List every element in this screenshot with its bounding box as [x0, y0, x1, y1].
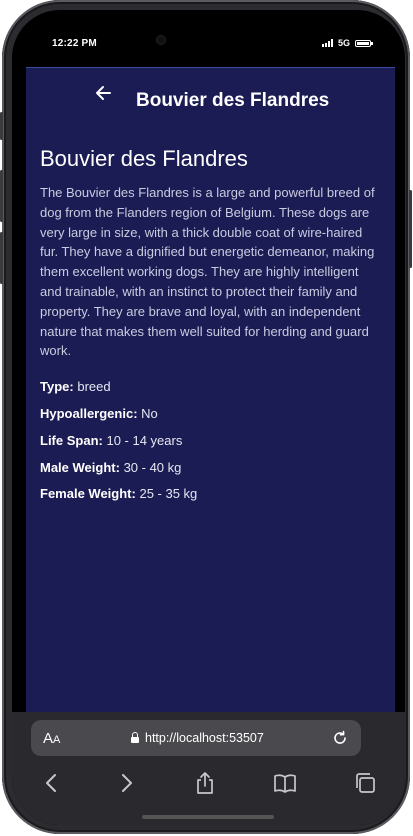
fact-value: No	[141, 405, 158, 421]
text-size-big-a: A	[43, 730, 54, 747]
fact-label: Type:	[40, 379, 74, 395]
mute-switch	[0, 112, 3, 140]
volume-down-button	[0, 232, 3, 284]
phone-screen: 12:22 PM 5G Bouvier des Flandres Bouvier…	[12, 10, 405, 825]
status-time: 12:22 PM	[52, 38, 97, 49]
notch	[132, 10, 285, 40]
url-display[interactable]: http://localhost:53507	[131, 731, 264, 745]
app-bar: Bouvier des Flandres	[26, 68, 395, 118]
url-text: http://localhost:53507	[145, 731, 264, 745]
fact-row-type: Type: breed	[40, 374, 382, 401]
fact-value: 10 - 14 years	[106, 432, 183, 448]
network-label: 5G	[337, 38, 350, 48]
status-icons: 5G	[321, 38, 373, 48]
front-camera	[157, 36, 165, 44]
address-bar[interactable]: AA http://localhost:53507	[31, 720, 361, 756]
fact-label: Life Span:	[40, 432, 103, 448]
app-bar-title: Bouvier des Flandres	[136, 90, 330, 111]
tabs-icon[interactable]	[352, 770, 378, 796]
fact-label: Hypoallergenic:	[40, 405, 138, 421]
fact-label: Female Weight:	[40, 486, 136, 502]
back-icon[interactable]	[39, 770, 65, 796]
arrow-left-icon	[96, 86, 111, 100]
text-size-small-a: A	[53, 734, 61, 746]
fact-value: breed	[77, 379, 111, 395]
breed-detail: Bouvier des Flandres The Bouvier des Fla…	[40, 144, 382, 508]
forward-icon[interactable]	[113, 770, 139, 796]
fact-row-male-weight: Male Weight: 30 - 40 kg	[40, 455, 382, 482]
volume-up-button	[0, 170, 3, 222]
browser-toolbar	[12, 770, 405, 804]
fact-label: Male Weight:	[40, 459, 120, 475]
breed-description: The Bouvier des Flandres is a large and …	[40, 185, 375, 359]
browser-chrome: AA http://localhost:53507	[12, 712, 405, 825]
breed-facts: Type: breed Hypoallergenic: No Life Span…	[40, 374, 382, 508]
back-button[interactable]	[92, 82, 114, 104]
cellular-signal-icon	[321, 39, 333, 47]
share-icon[interactable]	[192, 770, 218, 796]
text-size-button[interactable]: AA	[43, 730, 60, 747]
fact-row-female-weight: Female Weight: 25 - 35 kg	[40, 481, 382, 508]
breed-name: Bouvier des Flandres	[40, 146, 248, 171]
app-view: Bouvier des Flandres Bouvier des Flandre…	[26, 67, 395, 713]
fact-row-hypoallergenic: Hypoallergenic: No	[40, 401, 382, 428]
lock-icon	[131, 732, 139, 743]
fact-value: 25 - 35 kg	[139, 486, 198, 502]
fact-row-life-span: Life Span: 10 - 14 years	[40, 428, 382, 455]
power-button	[409, 190, 412, 268]
reload-icon[interactable]	[331, 729, 349, 747]
home-indicator	[142, 815, 274, 819]
phone-frame: 12:22 PM 5G Bouvier des Flandres Bouvier…	[0, 0, 412, 834]
bookmarks-icon[interactable]	[272, 770, 298, 796]
battery-icon	[355, 39, 373, 47]
fact-value: 30 - 40 kg	[123, 459, 182, 475]
